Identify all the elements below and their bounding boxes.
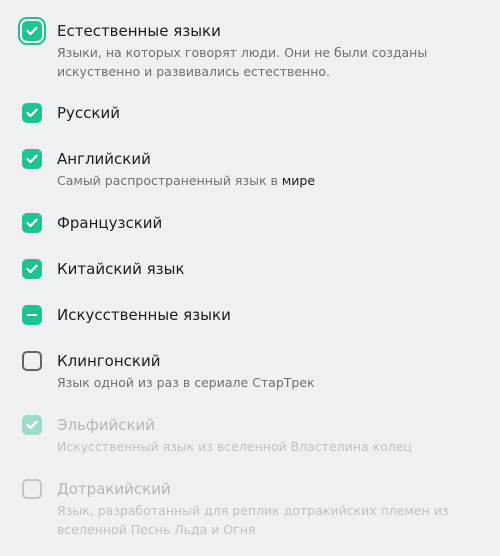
checkbox-checked[interactable] <box>22 103 42 123</box>
checkbox-label: Естественные языки <box>57 22 221 40</box>
checkbox-label: Французский <box>57 214 163 232</box>
checkbox-checked[interactable] <box>22 213 42 233</box>
checkbox-checked-disabled <box>22 415 42 435</box>
checkbox-checked[interactable] <box>22 149 42 169</box>
checkmark-icon <box>26 264 38 274</box>
checkbox-unchecked[interactable] <box>22 351 42 371</box>
description-text: Самый распространенный язык в <box>57 173 282 188</box>
checkbox-list: Естественные языки Языки, на которых гов… <box>0 0 500 556</box>
checkmark-icon <box>26 218 38 228</box>
checkbox-checked[interactable] <box>22 21 42 41</box>
checkbox-label: Английский <box>57 150 151 168</box>
checkbox-description: Самый распространенный язык в мире <box>57 171 480 190</box>
checkbox-description: Искусственный язык из вселенной Властели… <box>57 439 412 454</box>
checkbox-label: Клингонский <box>57 352 161 370</box>
checkbox-indeterminate[interactable] <box>22 305 42 325</box>
checkbox-label: Русский <box>57 104 120 122</box>
checkbox-label: Эльфийский <box>57 416 156 434</box>
checkbox-description: Язык одной из раз в сериале СтарТрек <box>57 375 315 390</box>
checkmark-icon <box>26 26 38 36</box>
checkbox-label: Дотракийский <box>57 480 171 498</box>
description-highlight: мире <box>281 173 316 188</box>
checkbox-label: Искусственные языки <box>57 306 231 324</box>
checkbox-label: Китайский язык <box>57 260 185 278</box>
checkmark-icon <box>26 108 38 118</box>
checkmark-icon <box>26 154 38 164</box>
checkbox-description: Язык, разработанный для реплик дотракийс… <box>57 503 449 537</box>
checkmark-icon <box>26 420 38 430</box>
checkbox-description: Языки, на которых говорят люди. Они не б… <box>57 45 428 79</box>
checkbox-unchecked-disabled <box>22 479 42 499</box>
checkbox-checked[interactable] <box>22 259 42 279</box>
minus-icon <box>27 314 37 316</box>
